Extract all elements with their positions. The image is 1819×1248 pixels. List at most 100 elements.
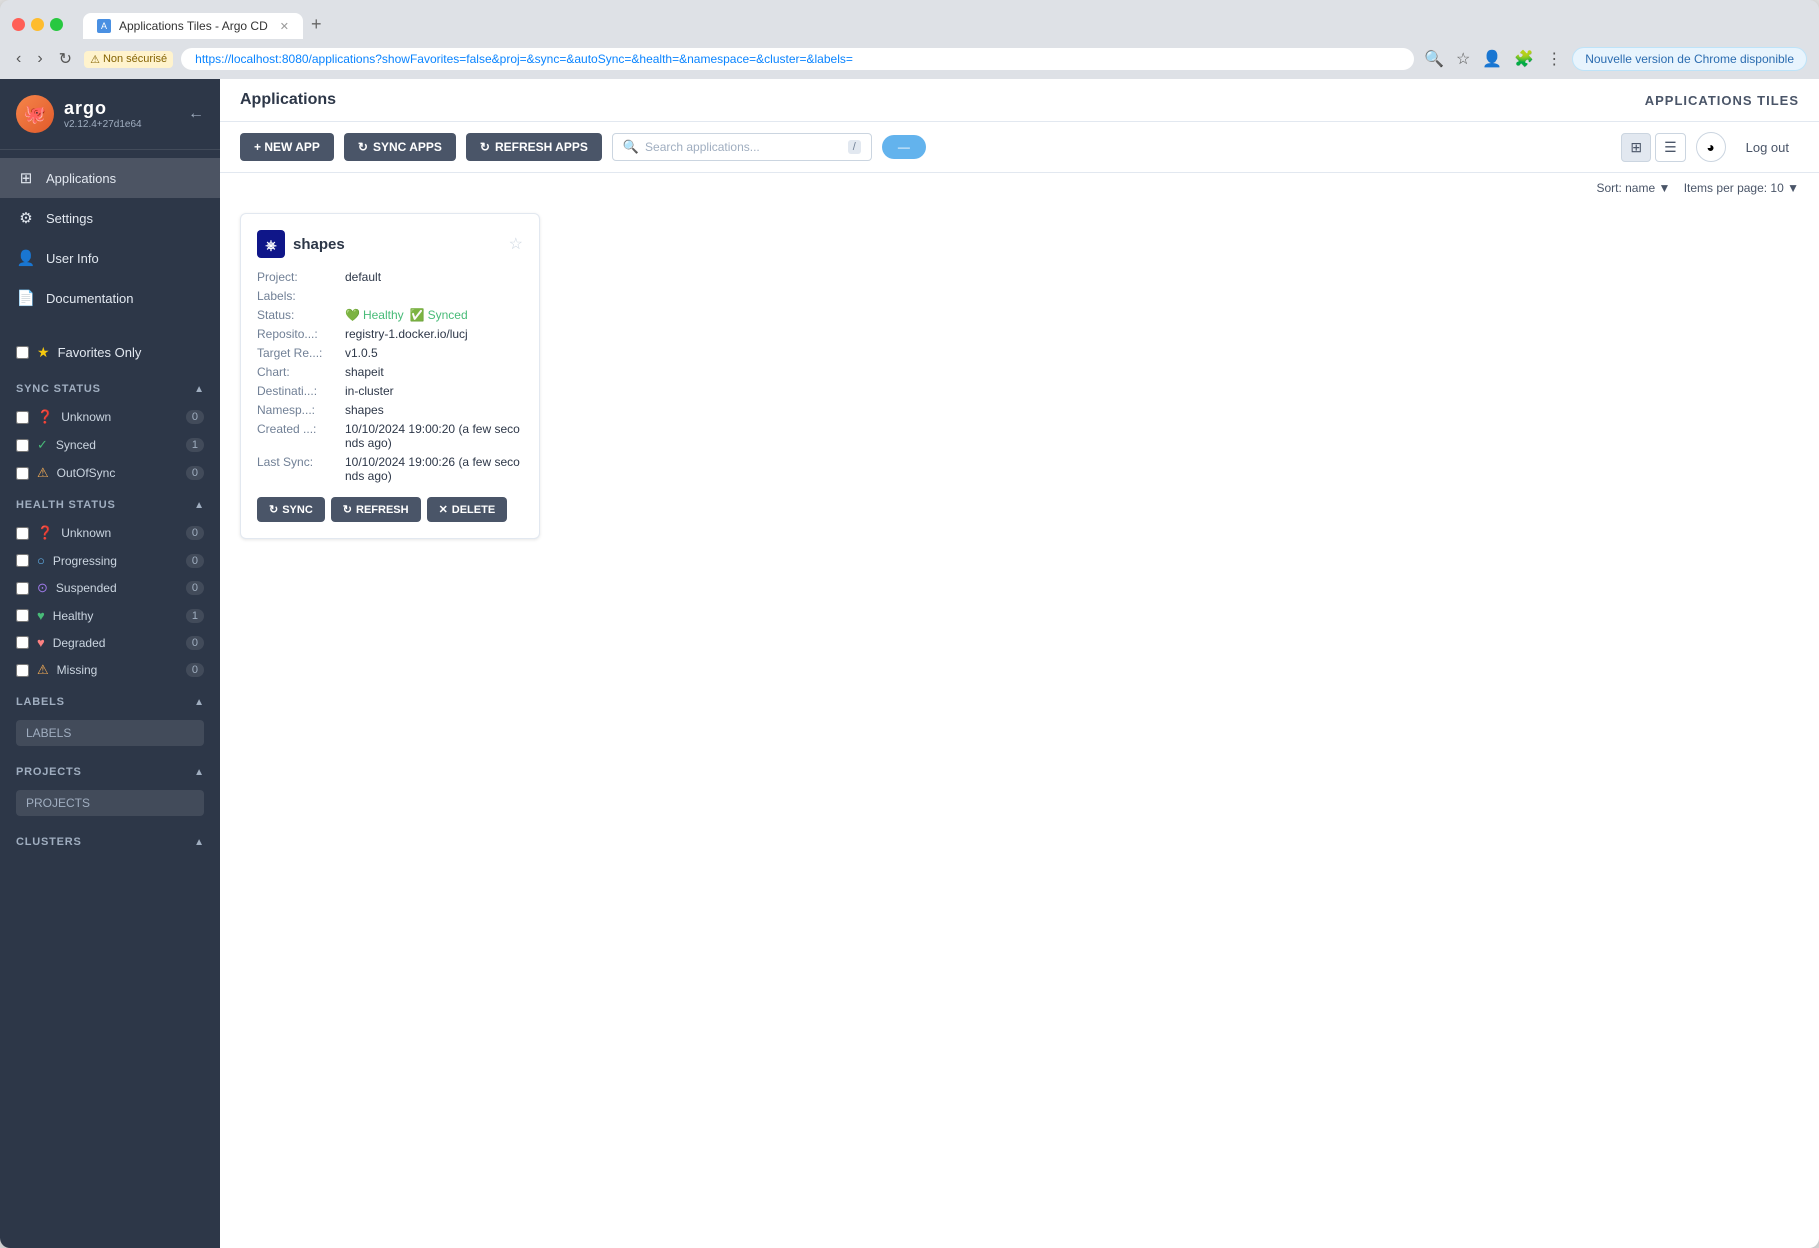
sidebar-item-applications[interactable]: ⊞ Applications [0,158,220,198]
sync-collapse-icon: ▲ [194,384,204,395]
app-name[interactable]: shapes [293,236,345,253]
health-suspended-checkbox[interactable] [16,582,29,595]
sidebar-item-documentation[interactable]: 📄 Documentation [0,278,220,318]
card-refresh-button[interactable]: ↻ REFRESH [331,497,421,522]
health-filter-unknown[interactable]: ❓ Unknown 0 [0,519,220,547]
clusters-header[interactable]: CLUSTERS ▲ [0,828,220,856]
field-status-label: Status: [257,308,337,322]
clusters-collapse-icon: ▲ [194,837,204,848]
sidebar-filters: ★ Favorites Only SYNC STATUS ▲ ❓ Unknown… [0,326,220,1248]
maximize-dot[interactable] [50,18,63,31]
app-container: 🐙 argo v2.12.4+27d1e64 ← ⊞ Applications … [0,79,1819,1248]
view-buttons: ⊞ ☰ [1621,133,1685,162]
health-progressing-label: Progressing [53,554,117,568]
field-repository-label: Reposito...: [257,327,337,341]
health-filter-healthy[interactable]: ♥ Healthy 1 [0,602,220,629]
list-view-button[interactable]: ☰ [1655,133,1686,162]
health-filter-suspended[interactable]: ⊙ Suspended 0 [0,574,220,602]
sidebar-item-settings[interactable]: ⚙ Settings [0,198,220,238]
sync-outofsync-checkbox[interactable] [16,467,29,480]
browser-tab[interactable]: A Applications Tiles - Argo CD ✕ [83,13,303,39]
namespace-button[interactable]: — [882,135,926,159]
favorites-checkbox[interactable] [16,346,29,359]
items-per-page-link[interactable]: Items per page: 10 ▼ [1684,181,1799,195]
bookmark-icon[interactable]: ☆ [1454,47,1472,71]
field-repository: Reposito...: registry-1.docker.io/lucj [257,327,523,341]
toolbar: + NEW APP ↻ SYNC APPS ↻ REFRESH APPS 🔍 /… [220,122,1819,173]
sync-filter-unknown[interactable]: ❓ Unknown 0 [0,403,220,431]
tab-close-icon[interactable]: ✕ [280,20,289,33]
security-badge: ⚠ Non sécurisé [84,51,173,68]
sync-unknown-checkbox[interactable] [16,411,29,424]
back-button[interactable]: ‹ [12,46,25,72]
search-icon[interactable]: 🔍 [1422,47,1446,71]
labels-header[interactable]: LABELS ▲ [0,688,220,716]
sort-label: Sort: name [1596,181,1655,195]
health-degraded-checkbox[interactable] [16,636,29,649]
sync-synced-checkbox[interactable] [16,439,29,452]
documentation-icon: 📄 [16,288,36,308]
health-filter-progressing[interactable]: ○ Progressing 0 [0,547,220,574]
health-status-header[interactable]: HEALTH STATUS ▲ [0,491,220,519]
menu-icon[interactable]: ⋮ [1544,47,1564,71]
field-chart: Chart: shapeit [257,365,523,379]
sync-apps-button[interactable]: ↻ SYNC APPS [344,133,456,161]
health-filter-degraded[interactable]: ♥ Degraded 0 [0,629,220,656]
projects-header[interactable]: PROJECTS ▲ [0,758,220,786]
filter-favorites[interactable]: ★ Favorites Only [0,334,220,371]
search-input[interactable] [645,140,842,154]
new-app-button[interactable]: + NEW APP [240,133,334,161]
sidebar-item-applications-label: Applications [46,171,116,186]
sync-status-header[interactable]: SYNC STATUS ▲ [0,375,220,403]
synced-label: Synced [428,308,468,322]
forward-button[interactable]: › [33,46,46,72]
card-sync-button[interactable]: ↻ SYNC [257,497,325,522]
healthy-label: Healthy [363,308,404,322]
grid-view-button[interactable]: ⊞ [1621,133,1651,162]
labels-section: LABELS ▲ [0,688,220,754]
app-card-actions: ↻ SYNC ↻ REFRESH ✕ DELETE [257,497,523,522]
sidebar: 🐙 argo v2.12.4+27d1e64 ← ⊞ Applications … [0,79,220,1248]
field-namespace: Namesp...: shapes [257,403,523,417]
card-delete-button[interactable]: ✕ DELETE [427,497,508,522]
minimize-dot[interactable] [31,18,44,31]
health-healthy-icon: ♥ [37,608,45,623]
field-destination-label: Destinati...: [257,384,337,398]
svg-text:⎈: ⎈ [265,237,276,253]
labels-input[interactable] [16,720,204,746]
field-namespace-label: Namesp...: [257,403,337,417]
sidebar-back-icon[interactable]: ← [188,105,204,123]
projects-input[interactable] [16,790,204,816]
close-dot[interactable] [12,18,25,31]
sidebar-item-settings-label: Settings [46,211,93,226]
address-input[interactable] [181,48,1414,70]
sync-filter-outofsync[interactable]: ⚠ OutOfSync 0 [0,459,220,487]
health-filter-missing[interactable]: ⚠ Missing 0 [0,656,220,684]
logo-text: argo v2.12.4+27d1e64 [64,98,142,130]
refresh-apps-button[interactable]: ↻ REFRESH APPS [466,133,602,161]
health-unknown-checkbox[interactable] [16,527,29,540]
sort-link[interactable]: Sort: name ▼ [1596,181,1673,195]
sidebar-item-user-info[interactable]: 👤 User Info [0,238,220,278]
security-label: Non sécurisé [103,53,167,65]
profile-icon[interactable]: 👤 [1480,47,1504,71]
health-progressing-icon: ○ [37,553,45,568]
search-box: 🔍 / [612,133,872,161]
page-title: Applications [240,91,336,109]
reload-button[interactable]: ↻ [55,45,76,73]
field-created-label: Created ...: [257,422,337,450]
logout-button[interactable]: Log out [1736,135,1799,160]
sync-filter-synced[interactable]: ✓ Synced 1 [0,431,220,459]
health-missing-checkbox[interactable] [16,664,29,677]
new-tab-button[interactable]: + [303,10,330,39]
health-progressing-checkbox[interactable] [16,554,29,567]
settings-icon: ⚙ [16,208,36,228]
browser-frame: A Applications Tiles - Argo CD ✕ + ‹ › ↻… [0,0,1819,1248]
field-target-revision-value: v1.0.5 [345,346,378,360]
field-labels: Labels: [257,289,523,303]
pie-chart-button[interactable]: ◕ [1696,132,1726,162]
favorite-star-icon[interactable]: ☆ [509,234,523,254]
health-healthy-checkbox[interactable] [16,609,29,622]
health-missing-count: 0 [186,663,204,677]
extensions-icon[interactable]: 🧩 [1512,47,1536,71]
